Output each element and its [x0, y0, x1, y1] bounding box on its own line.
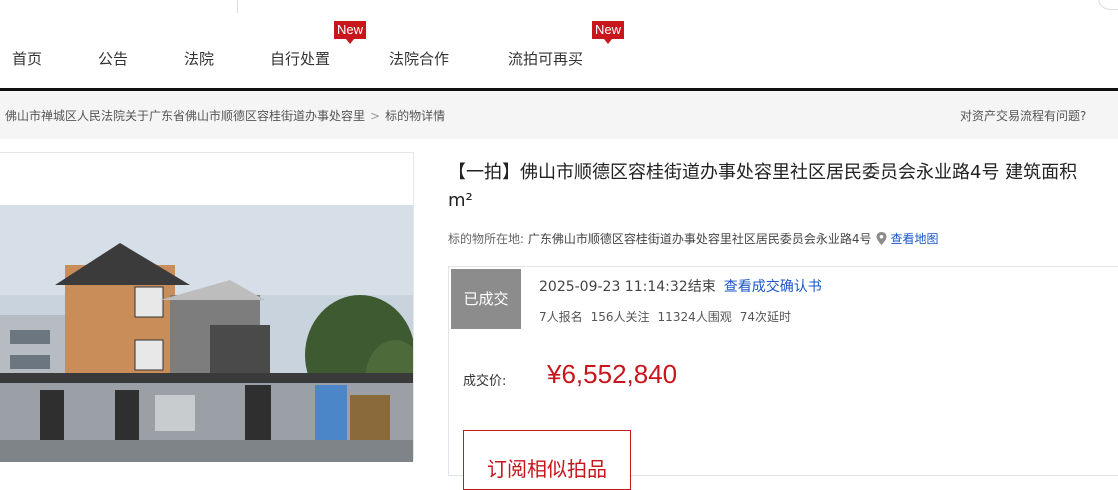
- view-count: 11324人围观: [657, 310, 732, 324]
- breadcrumb-bar: 佛山市禅城区人民法院关于广东省佛山市顺德区容桂街道办事处容里 > 标的物详情 对资产…: [0, 91, 1118, 139]
- new-badge: New: [592, 21, 625, 44]
- nav-item-label: 法院: [184, 50, 215, 68]
- deal-price-label: 成交价:: [463, 374, 507, 389]
- breadcrumb: 佛山市禅城区人民法院关于广东省佛山市顺德区容桂街道办事处容里 > 标的物详情: [5, 107, 445, 124]
- search-box-edge[interactable]: [1098, 0, 1118, 10]
- follow-count: 156人关注: [590, 310, 650, 324]
- nav-item-label: 首页: [12, 50, 43, 68]
- status-badge: 已成交: [451, 269, 521, 329]
- location-label: 标的物所在地:: [448, 232, 525, 246]
- deal-price: ¥6,552,840: [547, 359, 678, 389]
- breadcrumb-current: 标的物详情: [385, 109, 446, 123]
- auction-end-time: 2025-09-23 11:14:32结束 查看成交确认书: [539, 276, 822, 296]
- map-pin-icon: [876, 232, 887, 245]
- nav-item-label: 自行处置: [270, 50, 331, 68]
- nav-item-label: 公告: [98, 50, 129, 68]
- location-value: 广东佛山市顺德区容桂街道办事处容里社区居民委员会永业路4号: [527, 232, 872, 246]
- auction-stats: 7人报名 156人关注 11324人围观 74次延时: [539, 308, 799, 325]
- view-map-link[interactable]: 查看地图: [891, 232, 939, 246]
- nav-item-court-cooperation[interactable]: 法院合作: [389, 48, 449, 69]
- nav-item-home[interactable]: 首页: [12, 48, 42, 69]
- end-time-text: 2025-09-23 11:14:32结束: [539, 279, 716, 295]
- new-badge: New: [334, 21, 367, 44]
- top-strip: [0, 0, 1118, 14]
- main-nav: 首页 公告 法院 New 自行处置 法院合作 New 流拍可再买: [0, 14, 1118, 88]
- nav-item-self-disposal[interactable]: New 自行处置: [270, 21, 367, 69]
- breadcrumb-separator: >: [370, 109, 381, 123]
- item-location: 标的物所在地: 广东佛山市顺德区容桂街道办事处容里社区居民委员会永业路4号 查看地…: [448, 230, 939, 247]
- property-photo[interactable]: [0, 205, 413, 462]
- subscribe-similar-button[interactable]: 订阅相似拍品: [463, 430, 631, 490]
- nav-item-failed-auction-rebuy[interactable]: New 流拍可再买: [508, 21, 625, 69]
- nav-item-courts[interactable]: 法院: [184, 48, 214, 69]
- nav-item-announcements[interactable]: 公告: [98, 48, 128, 69]
- item-title: 【一拍】佛山市顺德区容桂街道办事处容里社区居民委员会永业路4号 建筑面积: [448, 162, 1078, 183]
- auction-panel: 已成交 2025-09-23 11:14:32结束 查看成交确认书 7人报名 156…: [448, 266, 1118, 490]
- top-separator: [237, 0, 238, 13]
- nav-item-label: 法院合作: [389, 50, 450, 68]
- photo-gallery: [0, 152, 414, 462]
- nav-item-label: 流拍可再买: [508, 50, 584, 68]
- view-confirmation-link[interactable]: 查看成交确认书: [724, 279, 822, 295]
- item-title-unit: m²: [448, 190, 473, 211]
- delay-count: 74次延时: [739, 310, 792, 324]
- breadcrumb-parent-link[interactable]: 佛山市禅城区人民法院关于广东省佛山市顺德区容桂街道办事处容里: [5, 109, 365, 123]
- help-link[interactable]: 对资产交易流程有问题?: [960, 107, 1086, 124]
- signup-count: 7人报名: [539, 310, 583, 324]
